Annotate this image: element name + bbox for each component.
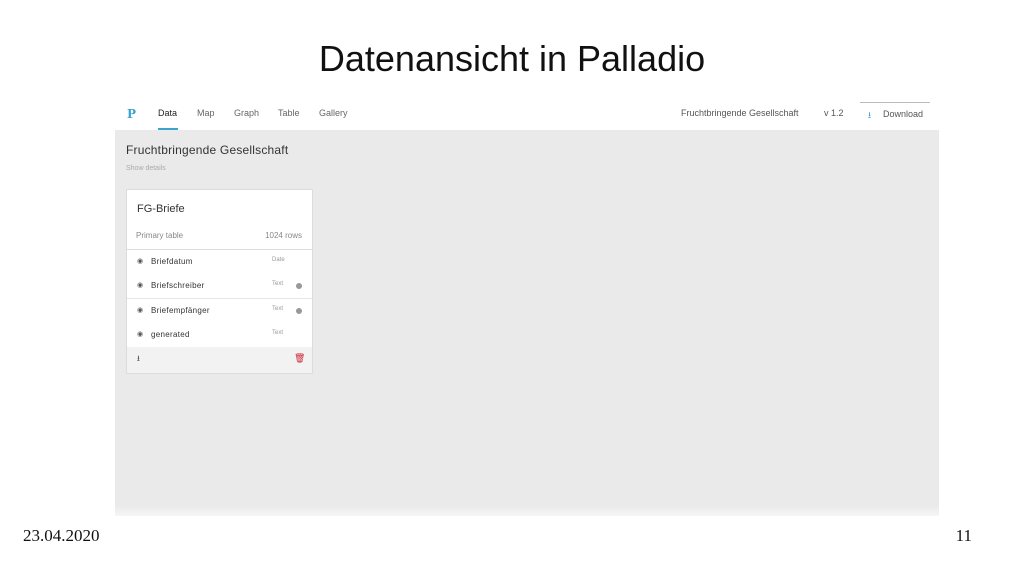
card-footer: ⭳ 🗑︎ xyxy=(127,347,312,373)
divider xyxy=(127,298,312,299)
download-icon: ⭳ xyxy=(868,110,872,120)
table-subtitle: Primary table xyxy=(136,231,184,240)
field-type: Text xyxy=(272,330,284,336)
eye-icon[interactable]: ◉ xyxy=(137,281,143,289)
row-count: 1024 rows xyxy=(265,231,302,240)
tab-data[interactable]: Data xyxy=(158,108,177,118)
eye-icon[interactable]: ◉ xyxy=(137,306,143,314)
palladio-logo[interactable]: P xyxy=(127,107,136,121)
table-title[interactable]: FG-Briefe xyxy=(137,203,185,215)
field-row[interactable]: ◉ Briefempfänger Text xyxy=(127,300,312,324)
eye-icon[interactable]: ◉ xyxy=(137,257,143,265)
field-type: Text xyxy=(272,306,284,312)
field-name: Briefempfänger xyxy=(151,306,210,315)
status-dot-icon xyxy=(296,283,302,289)
version-label: v 1.2 xyxy=(824,108,844,118)
field-name: Briefdatum xyxy=(151,257,193,266)
table-card: FG-Briefe Primary table 1024 rows ◉ Brie… xyxy=(126,189,313,374)
slide-page-number: 11 xyxy=(955,526,972,545)
tab-gallery[interactable]: Gallery xyxy=(319,108,348,118)
field-name: generated xyxy=(151,330,190,339)
screenshot-edge xyxy=(115,506,939,516)
download-label: Download xyxy=(883,109,924,119)
divider xyxy=(127,249,312,250)
slide-date: 23.04.2020 xyxy=(23,526,100,545)
download-button[interactable]: ⭳ Download xyxy=(860,102,930,129)
field-name: Briefschreiber xyxy=(151,281,205,290)
project-name: Fruchtbringende Gesellschaft xyxy=(681,108,799,118)
field-type: Date xyxy=(272,257,285,263)
field-row[interactable]: ◉ Briefschreiber Text xyxy=(127,275,312,299)
active-tab-indicator xyxy=(158,128,178,130)
status-dot-icon xyxy=(296,308,302,314)
slide-title: Datenansicht in Palladio xyxy=(318,38,706,79)
top-navbar: P Data Map Graph Table Gallery Fruchtbri… xyxy=(115,100,939,130)
show-details-link[interactable]: Show details xyxy=(126,165,166,172)
project-title: Fruchtbringende Gesellschaft xyxy=(126,143,289,157)
field-type: Text xyxy=(272,281,284,287)
tab-map[interactable]: Map xyxy=(197,108,215,118)
download-icon[interactable]: ⭳ xyxy=(137,353,140,367)
palladio-screenshot: P Data Map Graph Table Gallery Fruchtbri… xyxy=(115,100,939,516)
tab-graph[interactable]: Graph xyxy=(234,108,259,118)
field-row[interactable]: ◉ Briefdatum Date xyxy=(127,251,312,275)
eye-icon[interactable]: ◉ xyxy=(137,330,143,338)
field-row[interactable]: ◉ generated Text xyxy=(127,324,312,348)
tab-table[interactable]: Table xyxy=(278,108,300,118)
trash-icon[interactable]: 🗑︎ xyxy=(294,353,305,364)
